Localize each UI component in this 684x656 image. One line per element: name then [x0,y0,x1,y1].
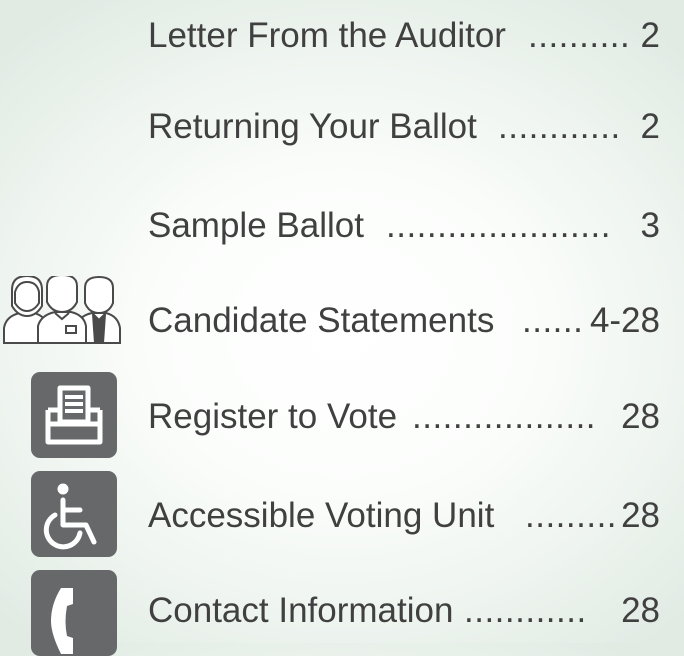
toc-leader-dots: .......... [528,16,631,55]
toc-leader-dots: ......... [525,496,618,535]
toc-page-number: 3 [640,206,660,245]
telephone-icon [51,588,73,654]
toc-page-number: 28 [621,496,660,535]
ballot-box-icon [45,385,103,445]
toc-label: Register to Vote [148,397,398,436]
toc-label: Letter From the Auditor [148,16,506,55]
wheelchair-icon [43,483,97,550]
toc-leader-dots: .................. [412,397,597,436]
toc-entry-auditor-letter[interactable]: Letter From the Auditor .......... 2 [148,11,660,61]
toc-page-number: 2 [640,16,660,55]
toc-entry-candidate-statements[interactable]: Candidate Statements ...... 4-28 [148,296,660,346]
toc-label: Returning Your Ballot [148,107,477,146]
toc-leader-dots: ............ [464,591,587,630]
toc-leader-dots: ............ [498,107,621,146]
register-to-vote-tile [31,372,117,458]
toc-page-number: 28 [621,397,660,436]
accessible-voting-tile [31,471,117,557]
toc-entry-register-to-vote[interactable]: Register to Vote .................. 28 [148,392,660,442]
people-group-icon [0,273,124,344]
toc-page-number: 28 [621,591,660,630]
toc-page-number: 2 [640,107,660,146]
toc-entry-accessible-voting-unit[interactable]: Accessible Voting Unit ......... 28 [148,491,660,541]
toc-leader-dots: ...................... [386,206,611,245]
toc-label: Candidate Statements [148,301,495,340]
toc-entry-returning-ballot[interactable]: Returning Your Ballot ............ 2 [148,102,660,152]
toc-page-number: 4-28 [589,301,660,340]
toc-label: Sample Ballot [148,206,364,245]
toc-entry-contact-information[interactable]: Contact Information ............ 28 [148,586,660,636]
toc-label: Contact Information [148,591,454,630]
toc-label: Accessible Voting Unit [148,496,495,535]
toc-leader-dots: ...... [522,301,584,340]
toc-entry-sample-ballot[interactable]: Sample Ballot ...................... 3 [148,201,660,251]
contact-information-tile [31,570,117,656]
